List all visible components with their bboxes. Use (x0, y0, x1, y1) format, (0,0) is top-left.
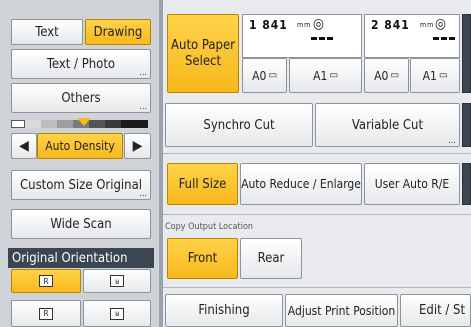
custom-size-original-button[interactable]: Custom Size Original ... (11, 170, 151, 200)
orientation-icon: R (39, 275, 53, 287)
a1-label: A1 (422, 68, 437, 83)
synchro-cut-button[interactable]: Synchro Cut (165, 103, 313, 147)
tray-1-unit: mm (297, 21, 312, 29)
arrow-right-icon: ▶ (132, 138, 143, 154)
auto-density-button[interactable]: Auto Density (37, 133, 123, 159)
full-size-button[interactable]: Full Size (167, 163, 238, 205)
paper-tray-1[interactable]: 1 841 mm ◎ (242, 14, 362, 58)
paper-orientation-icon: ▭ (268, 70, 277, 81)
auto-paper-select-label: Auto Paper Select (171, 37, 235, 69)
copy-output-location-label: Copy Output Location (165, 222, 254, 232)
paper-a0-button-2[interactable]: A0 ▭ (364, 58, 409, 93)
arrow-left-icon: ◀ (19, 138, 29, 154)
more-indicator-icon: ... (139, 189, 147, 199)
a0-label: A0 (252, 68, 267, 83)
a1-label: A1 (313, 68, 328, 83)
paper-a0-button-1[interactable]: A0 ▭ (242, 58, 287, 93)
more-indicator-icon: ... (448, 136, 456, 146)
a0-label: A0 (374, 68, 389, 83)
orientation-rotated-icon: ᴚ (110, 307, 124, 320)
density-scale (11, 118, 148, 128)
output-front-button[interactable]: Front (167, 238, 238, 279)
ratio-scroll-edge (462, 163, 471, 205)
roll-icon: ◎ (435, 16, 446, 32)
tab-drawing[interactable]: Drawing (85, 19, 151, 45)
paper-orientation-icon: ▭ (329, 70, 338, 81)
orientation-option-4[interactable]: ᴚ (83, 300, 151, 327)
finishing-button[interactable]: Finishing (165, 294, 283, 327)
tray-1-size: 1 841 (249, 18, 288, 32)
auto-reduce-enlarge-button[interactable]: Auto Reduce / Enlarge (240, 163, 362, 205)
auto-paper-select-button[interactable]: Auto Paper Select (167, 14, 239, 93)
output-rear-button[interactable]: Rear (240, 238, 302, 279)
text-photo-button[interactable]: Text / Photo ... (11, 49, 151, 79)
user-auto-re-button[interactable]: User Auto R/E (364, 163, 460, 205)
others-button[interactable]: Others ... (11, 83, 151, 113)
orientation-option-3[interactable]: R (11, 300, 81, 327)
tab-text[interactable]: Text (11, 19, 83, 45)
custom-size-original-label: Custom Size Original (19, 177, 142, 193)
paper-scroll-edge (462, 14, 471, 93)
orientation-option-1[interactable]: R (11, 269, 81, 293)
paper-orientation-icon: ▭ (390, 70, 399, 81)
orientation-rotated-icon: ᴚ (110, 275, 124, 287)
wide-scan-button[interactable]: Wide Scan (11, 209, 151, 239)
more-indicator-icon: ... (139, 102, 147, 112)
text-photo-label: Text / Photo (46, 56, 116, 72)
tray-2-size: 2 841 (371, 18, 410, 32)
roll-level-icon (311, 37, 333, 43)
edit-stamp-button[interactable]: Edit / St (400, 294, 471, 327)
density-pointer-icon (77, 118, 91, 126)
section-divider (163, 287, 471, 288)
section-divider (163, 214, 471, 215)
variable-cut-button[interactable]: Variable Cut ... (315, 103, 460, 147)
paper-orientation-icon: ▭ (438, 70, 448, 81)
roll-level-icon (433, 37, 455, 43)
original-orientation-label: Original Orientation (8, 248, 154, 268)
tray-2-unit: mm (420, 21, 435, 29)
density-darker-button[interactable]: ▶ (124, 133, 151, 159)
paper-tray-2[interactable]: 2 841 mm ◎ (364, 14, 460, 58)
orientation-option-2[interactable]: ᴚ (83, 269, 151, 293)
cut-scroll-edge (462, 103, 471, 147)
orientation-icon: R (39, 307, 53, 320)
paper-a1-button-1[interactable]: A1 ▭ (289, 58, 362, 93)
others-label: Others (61, 90, 101, 106)
paper-a1-button-2[interactable]: A1 ▭ (410, 58, 460, 93)
density-lighter-button[interactable]: ◀ (11, 133, 37, 159)
roll-icon: ◎ (313, 16, 324, 32)
adjust-print-position-button[interactable]: Adjust Print Position (285, 294, 398, 327)
more-indicator-icon: ... (139, 68, 147, 78)
section-divider (163, 153, 471, 154)
variable-cut-label: Variable Cut (351, 117, 424, 133)
